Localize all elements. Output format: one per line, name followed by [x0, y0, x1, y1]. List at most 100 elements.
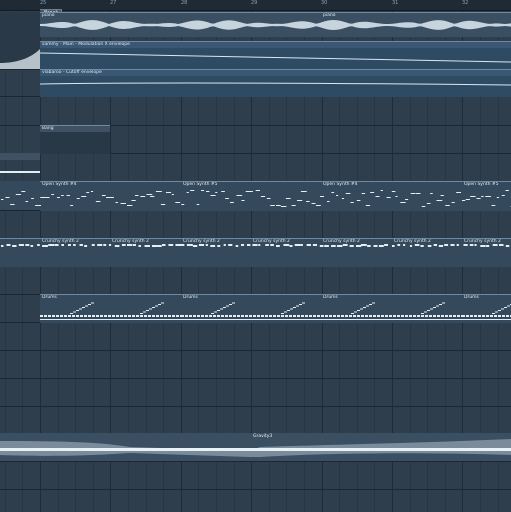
drum-hit [353, 315, 356, 317]
drum-roll [430, 308, 433, 310]
drum-hit [301, 315, 304, 317]
drum-hit [401, 315, 404, 317]
drum-hit [470, 315, 473, 317]
drum-line [181, 319, 322, 320]
drum-hit [68, 315, 71, 317]
drum-roll [360, 308, 363, 310]
drum-hit [389, 315, 392, 317]
drum-hit [462, 315, 465, 317]
drum-hit [478, 315, 481, 317]
drum-roll [226, 305, 229, 307]
drum-hit [132, 315, 135, 317]
drum-hit [80, 315, 83, 317]
drum-hit [209, 315, 212, 317]
drum-roll [369, 304, 372, 305]
drum-hit [112, 315, 115, 317]
drum-hit [490, 315, 493, 317]
drum-roll [73, 311, 76, 313]
drum-hit [144, 315, 147, 317]
drum-roll [88, 304, 91, 305]
drum-hit [277, 315, 280, 317]
drum-hit [494, 315, 497, 317]
drum-hit [140, 315, 143, 317]
drum-hit [185, 315, 188, 317]
drum-hit [136, 315, 139, 317]
drum-hit [429, 315, 432, 317]
drum-hit [482, 315, 485, 317]
drum-line [40, 319, 181, 320]
drum-hit [92, 315, 95, 317]
drum-hit [253, 315, 256, 317]
drum-hit [305, 315, 308, 317]
drum-roll [217, 310, 220, 311]
drum-roll [421, 313, 424, 314]
drum-roll [229, 304, 232, 305]
drum-hit [297, 315, 300, 317]
drum-roll [91, 302, 94, 304]
drum-roll [498, 310, 501, 311]
drum-roll [70, 313, 73, 314]
drum-roll [363, 307, 366, 308]
drum-roll [281, 313, 284, 314]
drum-hit [506, 315, 509, 317]
drum-roll [302, 302, 305, 304]
drum-hit [405, 315, 408, 317]
drum-roll [79, 308, 82, 310]
drum-hit [457, 315, 460, 317]
drum-roll [284, 311, 287, 313]
drum-roll [495, 311, 498, 313]
drum-roll [442, 302, 445, 304]
drum-roll [76, 310, 79, 311]
drum-hit [172, 315, 175, 317]
drum-hit [229, 315, 232, 317]
drum-roll [424, 311, 427, 313]
drum-hit [393, 315, 396, 317]
drum-hit [269, 315, 272, 317]
drum-hit [317, 315, 320, 317]
drum-hit [96, 315, 99, 317]
drum-hit [441, 315, 444, 317]
drum-roll [366, 305, 369, 307]
drum-roll [436, 305, 439, 307]
drum-hit [369, 315, 372, 317]
drum-hit [84, 315, 87, 317]
drum-roll [439, 304, 442, 305]
drum-roll [290, 308, 293, 310]
drum-hit [486, 315, 489, 317]
drum-hit [60, 315, 63, 317]
drum-roll [492, 313, 495, 314]
drum-roll [299, 304, 302, 305]
drum-hit [205, 315, 208, 317]
drum-hit [108, 315, 111, 317]
drum-hit [453, 315, 456, 317]
drum-hit [249, 315, 252, 317]
drum-hit [313, 315, 316, 317]
drum-hit [325, 315, 328, 317]
drum-hit [466, 315, 469, 317]
drum-hit [337, 315, 340, 317]
drum-roll [357, 310, 360, 311]
drum-hit [285, 315, 288, 317]
drum-hit [365, 315, 368, 317]
drum-hit [321, 315, 324, 317]
drum-hit [309, 315, 312, 317]
drum-roll [427, 310, 430, 311]
drum-hit [221, 315, 224, 317]
drum-hit [281, 315, 284, 317]
drum-hit [44, 315, 47, 317]
drum-hit [293, 315, 296, 317]
playlist-area[interactable]: 25 27 28 29 30 31 32 Break piano piano [0, 0, 511, 512]
drum-hit [397, 315, 400, 317]
drum-hit [474, 315, 477, 317]
drum-hit [148, 315, 151, 317]
drum-roll [501, 308, 504, 310]
drum-roll [507, 305, 510, 307]
drum-hit [40, 315, 43, 317]
drum-line [321, 319, 462, 320]
drum-roll [372, 302, 375, 304]
drum-hit [409, 315, 412, 317]
drum-hit [120, 315, 123, 317]
drum-hit [341, 315, 344, 317]
drum-roll [354, 311, 357, 313]
drum-hit [433, 315, 436, 317]
